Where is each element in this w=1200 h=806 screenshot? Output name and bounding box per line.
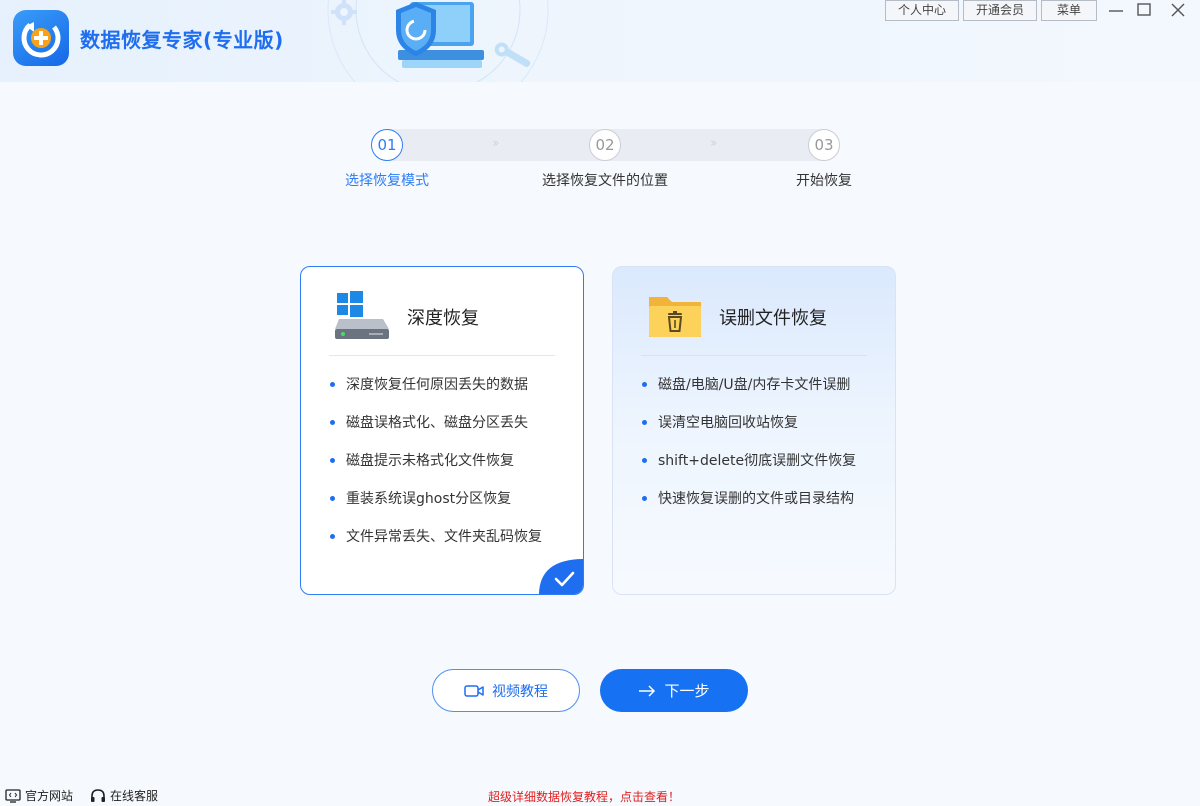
menu-button[interactable]: 菜单 [1041, 0, 1097, 21]
list-item: 快速恢复误删的文件或目录结构 [641, 488, 856, 526]
video-camera-icon [464, 684, 484, 697]
step-2-label: 选择恢复文件的位置 [542, 173, 668, 189]
card-divider [329, 355, 555, 356]
official-site-label: 官方网站 [25, 789, 74, 803]
card-title: 深度恢复 [407, 308, 479, 329]
arrow-right-icon [639, 684, 656, 697]
list-item: 重装系统误ghost分区恢复 [329, 488, 542, 526]
list-item: 深度恢复任何原因丢失的数据 [329, 374, 542, 412]
open-membership-button[interactable]: 开通会员 [963, 0, 1037, 21]
maximize-icon[interactable] [1132, 0, 1156, 22]
video-tutorial-button[interactable]: 视频教程 [432, 669, 580, 712]
footer: 官方网站 在线客服 超级详细数据恢复教程，点击查看！ [0, 784, 1200, 806]
online-service-link[interactable]: 在线客服 [90, 787, 158, 804]
list-item: 磁盘误格式化、磁盘分区丢失 [329, 412, 542, 450]
step-separator-icon: ›› [710, 136, 718, 151]
step-1-label: 选择恢复模式 [345, 173, 429, 189]
feature-list: 深度恢复任何原因丢失的数据 磁盘误格式化、磁盘分区丢失 磁盘提示未格式化文件恢复… [329, 374, 542, 564]
feature-list: 磁盘/电脑/U盘/内存卡文件误删 误清空电脑回收站恢复 shift+delete… [641, 374, 856, 526]
step-1-number: 01 [371, 129, 403, 161]
card-divider [641, 355, 867, 356]
disk-windows-icon [335, 291, 389, 339]
official-site-link[interactable]: 官方网站 [5, 787, 73, 804]
deleted-file-recovery-card[interactable]: 误删文件恢复 磁盘/电脑/U盘/内存卡文件误删 误清空电脑回收站恢复 shift… [612, 266, 896, 595]
step-3-number: 03 [808, 129, 840, 161]
deep-recovery-card[interactable]: 深度恢复 深度恢复任何原因丢失的数据 磁盘误格式化、磁盘分区丢失 磁盘提示未格式… [300, 266, 584, 595]
selected-check-icon [539, 559, 583, 594]
card-title: 误删文件恢复 [719, 308, 827, 329]
online-service-label: 在线客服 [110, 789, 159, 803]
title-bar: 数据恢复专家(专业版) 个人中心 开通会员 菜单 [0, 0, 1200, 82]
header-illustration [327, 0, 549, 82]
app-title: 数据恢复专家(专业版) [80, 28, 284, 52]
minimize-icon[interactable] [1104, 0, 1128, 22]
next-step-label: 下一步 [664, 682, 710, 700]
personal-center-button[interactable]: 个人中心 [885, 0, 959, 21]
list-item: 误清空电脑回收站恢复 [641, 412, 856, 450]
folder-trash-icon [649, 297, 701, 337]
step-3-label: 开始恢复 [796, 173, 852, 189]
list-item: shift+delete彻底误删文件恢复 [641, 450, 856, 488]
step-separator-icon: ›› [492, 136, 500, 151]
close-icon[interactable] [1166, 0, 1190, 22]
app-recovery-icon [13, 10, 69, 66]
tutorial-promo-link[interactable]: 超级详细数据恢复教程，点击查看！ [488, 788, 680, 805]
list-item: 磁盘提示未格式化文件恢复 [329, 450, 542, 488]
next-step-button[interactable]: 下一步 [600, 669, 748, 712]
website-icon [5, 788, 21, 803]
list-item: 文件异常丢失、文件夹乱码恢复 [329, 526, 542, 564]
list-item: 磁盘/电脑/U盘/内存卡文件误删 [641, 374, 856, 412]
video-tutorial-label: 视频教程 [492, 683, 548, 700]
step-2-number: 02 [589, 129, 621, 161]
headset-icon [91, 788, 105, 802]
